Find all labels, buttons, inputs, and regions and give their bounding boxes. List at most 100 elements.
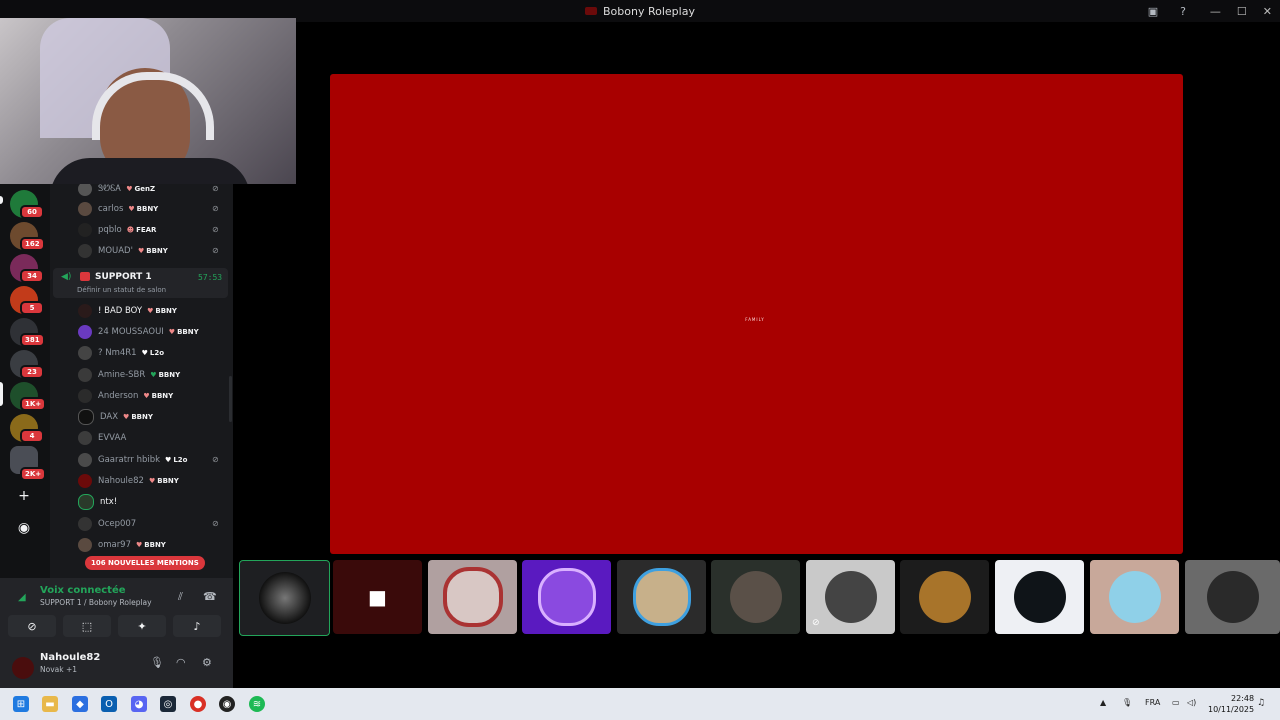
participant-tile[interactable]: ⊘ [806, 560, 895, 634]
member-item[interactable]: DAX ♥ BBNY [78, 408, 153, 426]
member-tag-label: GenZ [134, 185, 156, 193]
app-logo-icon [585, 7, 598, 15]
signal-icon[interactable]: ◢ [18, 592, 26, 603]
store-icon[interactable]: ◆ [72, 696, 88, 712]
minimize-button[interactable]: — [1210, 5, 1221, 18]
participant-tile[interactable] [1090, 560, 1179, 634]
network-icon[interactable]: ▭ [1172, 698, 1180, 707]
server-badge-7: 1K+ [20, 397, 47, 411]
maximize-button[interactable]: ☐ [1237, 5, 1247, 18]
member-item[interactable]: carlos ♥ BBNY [78, 200, 158, 218]
explore-icon[interactable]: ◉ [10, 514, 38, 542]
discord-icon[interactable]: ◕ [131, 696, 147, 712]
chrome-icon[interactable]: ● [190, 696, 206, 712]
member-item[interactable]: ? Nm4R1 ♥ L2o [78, 344, 164, 362]
windows-start-icon[interactable]: ⊞ [13, 696, 29, 712]
inbox-icon[interactable]: ▣ [1145, 3, 1161, 19]
voice-channel-name: SUPPORT 1 [95, 272, 152, 282]
participant-tile[interactable] [900, 560, 989, 634]
voice-connected-label[interactable]: Voix connectée [40, 585, 126, 596]
user-name[interactable]: Nahoule82 [40, 652, 100, 663]
language-indicator[interactable]: FRA [1145, 698, 1160, 707]
activities-icon: ✦ [137, 619, 147, 633]
user-avatar[interactable] [12, 657, 34, 679]
server-badge-3: 34 [20, 269, 44, 283]
member-item[interactable]: Ocep007 [78, 515, 136, 533]
avatar [1206, 571, 1259, 623]
camera-button[interactable]: ⊘ [8, 615, 56, 637]
member-item[interactable]: ᏕᏬᏋᎪ ♥ GenZ [78, 184, 155, 198]
member-item[interactable]: omar97 ♥ BBNY [78, 536, 166, 554]
server-badge-9: 2K+ [20, 467, 47, 481]
member-name: Ocep007 [98, 519, 137, 529]
member-item[interactable]: Nahoule82 ♥ BBNY [78, 472, 179, 490]
clock[interactable]: 22:48 10/11/2025 [1208, 693, 1254, 715]
heart-icon: ♥ [137, 247, 145, 255]
member-tag: ♥ L2o [165, 456, 187, 464]
soundboard-button[interactable]: ♪ [173, 615, 221, 637]
member-tag-label: L2o [173, 456, 188, 464]
avatar [537, 568, 596, 626]
member-item[interactable]: Anderson ♥ BBNY [78, 387, 173, 405]
outlook-icon[interactable]: O [101, 696, 117, 712]
noise-suppression-icon[interactable]: ⫽ [178, 590, 183, 604]
volume-icon[interactable]: ◁) [1187, 698, 1196, 707]
participant-tile[interactable] [995, 560, 1084, 634]
activities-button[interactable]: ✦ [118, 615, 166, 637]
member-item[interactable]: ! BAD BOY ♥ BBNY [78, 302, 177, 320]
settings-icon[interactable]: ⚙ [202, 656, 212, 669]
participant-tile[interactable] [1185, 560, 1280, 634]
help-icon[interactable]: ? [1175, 3, 1191, 19]
clock-time: 22:48 [1231, 694, 1255, 703]
clock-date: 10/11/2025 [1208, 705, 1255, 714]
member-item[interactable]: EVVAA [78, 429, 126, 447]
add-server-icon[interactable]: + [10, 482, 38, 510]
voice-connected-channel[interactable]: SUPPORT 1 / Bobony Roleplay [40, 598, 152, 607]
file-explorer-icon[interactable]: ▬ [42, 696, 58, 712]
member-item[interactable]: Gaaratrr hbibk ♥ L2o [78, 451, 187, 469]
participant-tile-video[interactable]: ■ [333, 560, 422, 634]
heart-icon: ♥ [136, 541, 143, 549]
avatar [442, 567, 503, 627]
member-name: Gaaratrr hbibk [98, 455, 161, 465]
member-item[interactable]: Amine-SBR ♥ BBNY [78, 366, 180, 384]
member-tag: ♥ BBNY [128, 205, 158, 213]
participant-tile[interactable] [239, 560, 330, 636]
steam-icon[interactable]: ◎ [160, 696, 176, 712]
heart-icon: ♥ [147, 307, 154, 315]
voice-channel-support-1[interactable]: ◀) SUPPORT 1 57:53 Définir un statut de … [53, 268, 228, 298]
member-tag: ♥ BBNY [150, 371, 180, 379]
notification-icon[interactable]: ♫ [1257, 698, 1265, 708]
member-item[interactable]: ntx! [78, 493, 117, 511]
member-tag: ♥ BBNY [136, 541, 166, 549]
member-item[interactable]: 24 MOUSSAOUI ♥ BBNY [78, 323, 199, 341]
close-button[interactable]: ✕ [1263, 5, 1272, 18]
mic-tray-icon[interactable]: 🎙 [1122, 698, 1132, 707]
new-mentions-banner[interactable]: 106 NOUVELLES MENTIONS [85, 556, 205, 570]
microphone-icon[interactable]: 🎙 [150, 656, 164, 669]
avatar [729, 571, 782, 623]
server-badge-4: 5 [20, 301, 44, 315]
avatar [78, 304, 92, 318]
member-item[interactable]: pqblo ☻ FEAR [78, 221, 156, 239]
taskbar: ⊞ ▬ ◆ O ◕ ◎ ● ◉ ≋ ▲ 🎙 FRA ▭ ◁) 22:48 10/… [0, 688, 1280, 720]
headphones-icon[interactable]: ◠ [176, 656, 186, 669]
channel-sidebar: ᏕᏬᏋᎪ ♥ GenZ ⊘ carlos ♥ BBNY ⊘ pqblo ☻ FEAR … [50, 184, 233, 578]
obs-icon[interactable]: ◉ [219, 696, 235, 712]
participant-tile[interactable] [617, 560, 706, 634]
disconnect-icon[interactable]: ☎ [203, 590, 217, 603]
participant-tile[interactable] [711, 560, 800, 634]
channel-status[interactable]: Définir un statut de salon [77, 286, 166, 294]
avatar [78, 453, 92, 467]
voice-channel-timer: 57:53 [198, 273, 223, 282]
member-list-scrollbar[interactable] [229, 376, 232, 422]
screen-share-button[interactable]: ⬚ [63, 615, 111, 637]
camera-off-icon: ⊘ [27, 619, 37, 633]
avatar [78, 538, 92, 552]
member-item[interactable]: MOUAD' ♥ BBNY [78, 242, 168, 260]
participant-tile[interactable] [522, 560, 611, 634]
participant-tile[interactable] [428, 560, 517, 634]
spotify-icon[interactable]: ≋ [249, 696, 265, 712]
stream-view[interactable]: FAMILY [330, 74, 1183, 554]
chevron-up-icon[interactable]: ▲ [1100, 698, 1106, 707]
